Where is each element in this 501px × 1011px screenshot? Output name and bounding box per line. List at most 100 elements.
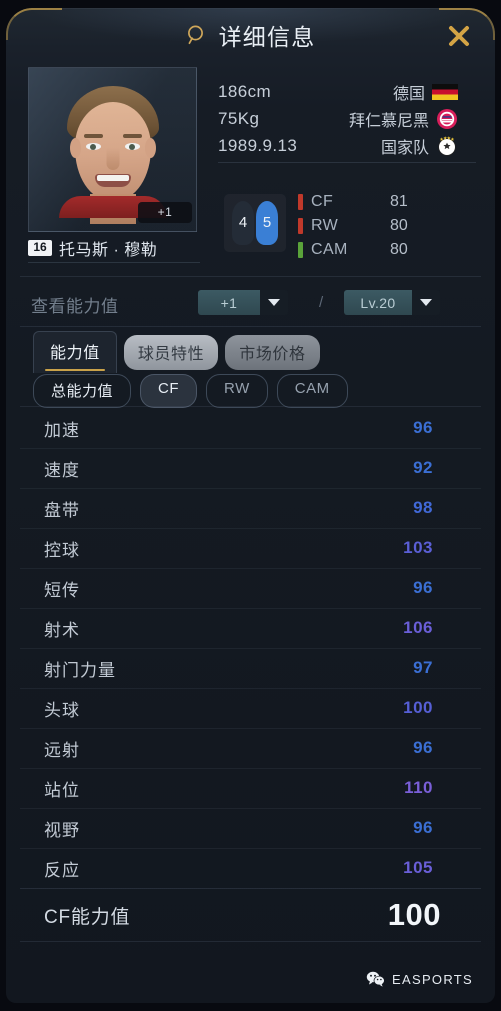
magnifier-icon <box>186 24 208 46</box>
attribute-name: 视野 <box>44 820 80 840</box>
attribute-row: 控球 103 <box>6 528 495 568</box>
attribute-name: 短传 <box>44 580 80 600</box>
panel-header: 详细信息 <box>6 8 495 62</box>
attribute-value: 100 <box>403 698 433 717</box>
title-group: 详细信息 <box>186 18 316 52</box>
bio-club-label: 拜仁慕尼黑 <box>348 112 429 130</box>
germany-flag-icon <box>432 83 458 100</box>
total-rating-value: 100 <box>387 897 441 932</box>
bio-height: 186cm <box>218 81 272 101</box>
position-value: 80 <box>390 241 408 258</box>
attribute-list: 加速 96 速度 92 盘带 98 控球 103 短传 96 射术 106 射门力量 97 头球 100 远射 9… <box>6 408 495 888</box>
bio-divider <box>218 162 476 163</box>
attribute-row: 射门力量 97 <box>6 648 495 688</box>
attribute-name: 加速 <box>44 420 80 440</box>
attribute-value: 105 <box>403 858 433 877</box>
subtab-rw[interactable]: RW <box>206 374 268 408</box>
position-value: 80 <box>390 217 408 234</box>
level-dropdown[interactable]: Lv.20 <box>344 290 440 315</box>
attribute-value: 106 <box>403 618 433 637</box>
watermark-text: EASPORTS <box>392 971 473 987</box>
bio-nationality: 德国 <box>393 80 458 104</box>
position-name: RW <box>311 217 339 234</box>
level-separator: / <box>319 294 324 311</box>
attribute-name: 盘带 <box>44 500 80 520</box>
attribute-value: 97 <box>413 658 433 677</box>
attribute-name: 控球 <box>44 540 80 560</box>
attribute-value: 103 <box>403 538 433 557</box>
chevron-down-icon[interactable] <box>260 290 288 315</box>
tab-market-price[interactable]: 市场价格 <box>225 335 320 370</box>
app-screen: 详细信息 +1 16 托马斯 · 穆勒 186cm 德国 75Kg 拜仁慕尼黑 … <box>0 0 501 1011</box>
level-dropdown-value: Lv.20 <box>344 290 412 315</box>
weak-foot-rating: 4 <box>232 201 254 245</box>
level-selector-label: 查看能力值 <box>31 297 119 316</box>
page-title: 详细信息 <box>218 24 316 50</box>
strong-foot-rating: 5 <box>256 201 278 245</box>
position-bar <box>298 218 303 234</box>
attribute-value: 96 <box>413 818 433 837</box>
position-row: CAM 80 <box>298 238 448 262</box>
bio-row: 1989.9.13 国家队 <box>218 132 476 159</box>
attribute-value: 96 <box>413 418 433 437</box>
attribute-row: 加速 96 <box>6 408 495 448</box>
national-team-crest-icon <box>436 135 458 157</box>
subtabs-divider <box>20 406 481 407</box>
watermark: EASPORTS <box>366 971 473 987</box>
boost-dropdown[interactable]: +1 <box>198 290 288 315</box>
player-face-illustration <box>58 86 167 224</box>
position-rating-list: CF 81 RW 80 CAM 80 <box>298 190 448 262</box>
position-value: 81 <box>390 193 408 210</box>
attribute-name: 射术 <box>44 620 80 640</box>
wechat-icon <box>366 971 385 987</box>
attribute-row: 短传 96 <box>6 568 495 608</box>
chevron-down-icon[interactable] <box>412 290 440 315</box>
attribute-value: 92 <box>413 458 433 477</box>
tabs-divider <box>20 326 481 327</box>
attribute-row: 射术 106 <box>6 608 495 648</box>
attribute-row: 站位 110 <box>6 768 495 808</box>
attribute-row: 视野 96 <box>6 808 495 848</box>
main-tabs: 能力值 球员特性 市场价格 <box>33 331 320 373</box>
tab-attributes[interactable]: 能力值 <box>33 331 117 373</box>
attribute-name: 头球 <box>44 700 80 720</box>
total-rating-label: CF能力值 <box>44 906 131 928</box>
level-row-divider <box>20 276 481 277</box>
attribute-row: 速度 92 <box>6 448 495 488</box>
subtab-cam[interactable]: CAM <box>276 374 348 408</box>
foot-rating-widget: 4 5 <box>224 194 286 252</box>
total-rating-row: CF能力值 100 <box>6 890 495 940</box>
attribute-value: 96 <box>413 738 433 757</box>
player-detail-panel: 详细信息 +1 16 托马斯 · 穆勒 186cm 德国 75Kg 拜仁慕尼黑 … <box>6 8 495 1003</box>
bio-row: 186cm 德国 <box>218 78 476 105</box>
position-name: CAM <box>311 241 348 258</box>
attribute-row: 远射 96 <box>6 728 495 768</box>
player-photo[interactable]: +1 <box>28 67 197 232</box>
bio-nationality-label: 德国 <box>392 85 425 103</box>
attribute-name: 站位 <box>44 780 80 800</box>
position-subtabs: 总能力值 CF RW CAM <box>33 374 348 408</box>
subtab-cf[interactable]: CF <box>140 374 198 408</box>
bio-national-team-label: 国家队 <box>380 139 429 157</box>
bio-club: 拜仁慕尼黑 <box>349 107 458 131</box>
boost-dropdown-value: +1 <box>198 290 260 315</box>
position-name: CF <box>311 193 334 210</box>
total-divider-bottom <box>20 941 481 942</box>
tab-player-traits[interactable]: 球员特性 <box>123 335 219 370</box>
bio-birthdate: 1989.9.13 <box>218 135 298 155</box>
position-row: CF 81 <box>298 190 448 214</box>
attribute-row: 头球 100 <box>6 688 495 728</box>
attribute-name: 远射 <box>44 740 80 760</box>
player-name: 托马斯 · 穆勒 <box>59 242 158 259</box>
attribute-row: 盘带 98 <box>6 488 495 528</box>
position-bar <box>298 194 303 210</box>
attribute-name: 射门力量 <box>44 660 116 680</box>
attribute-row: 反应 105 <box>6 848 495 888</box>
bio-row: 75Kg 拜仁慕尼黑 <box>218 105 476 132</box>
player-bio: 186cm 德国 75Kg 拜仁慕尼黑 1989.9.13 国家队 <box>218 78 476 159</box>
close-icon[interactable] <box>445 22 473 50</box>
player-summary: +1 16 托马斯 · 穆勒 186cm 德国 75Kg 拜仁慕尼黑 1989.… <box>6 62 495 274</box>
subtab-overall[interactable]: 总能力值 <box>33 374 132 408</box>
level-selector-row: 查看能力值 +1 / Lv.20 <box>6 284 495 322</box>
jersey-number: 16 <box>28 240 52 256</box>
